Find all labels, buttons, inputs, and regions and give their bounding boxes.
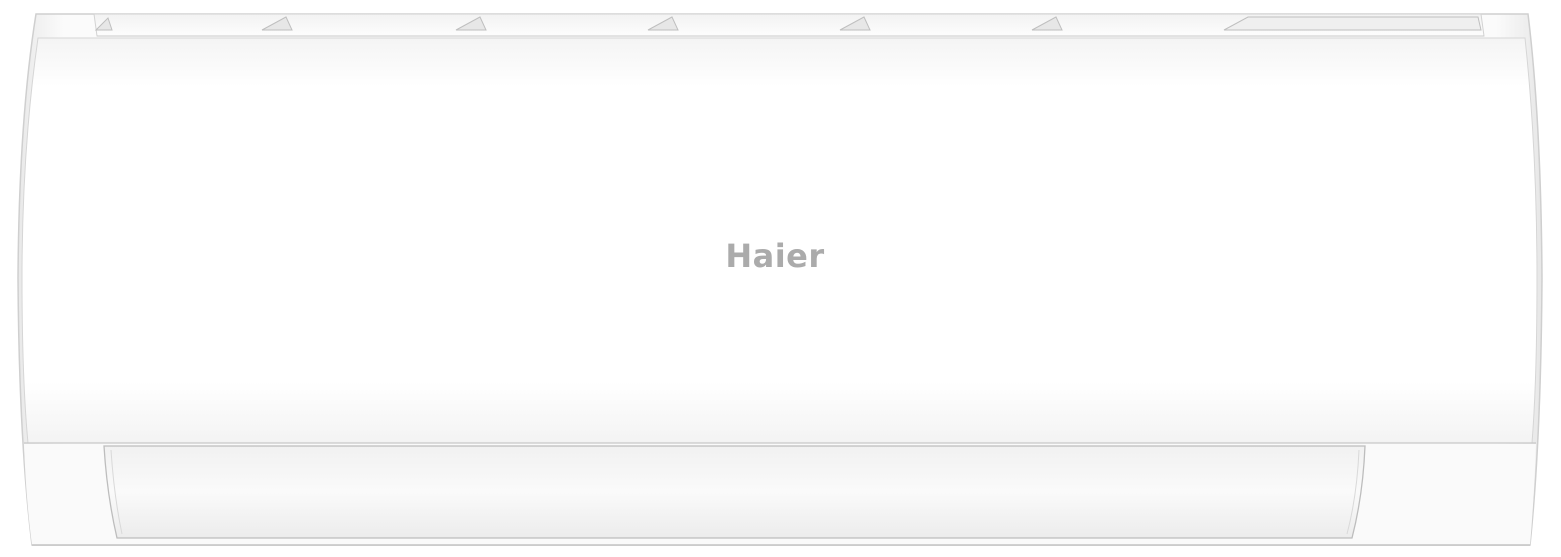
air-louver [103, 445, 1366, 539]
brand-logo: Haier [725, 237, 825, 275]
product-photo: Haier [0, 0, 1561, 557]
